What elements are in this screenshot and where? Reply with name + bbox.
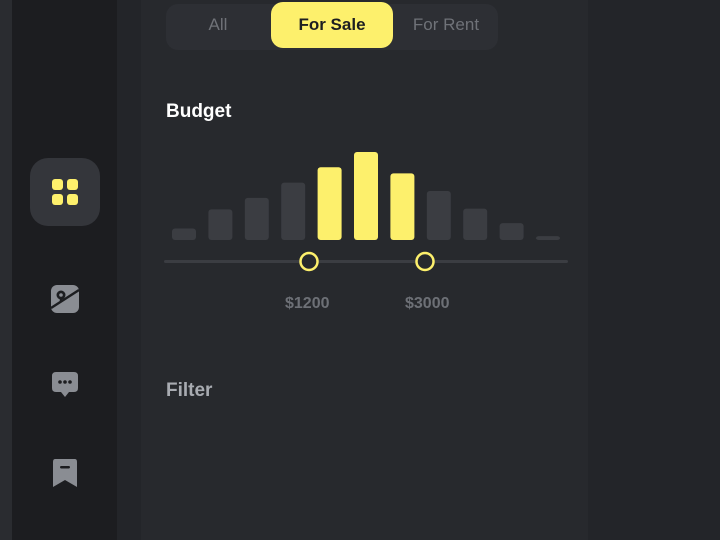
histogram-bar [426, 191, 451, 240]
sidebar-item-messages[interactable] [30, 368, 100, 402]
tab-all[interactable]: All [182, 2, 254, 48]
budget-histogram[interactable] [160, 140, 575, 330]
tab-for-sale[interactable]: For Sale [271, 2, 393, 48]
histogram-bar [354, 152, 378, 240]
budget-title: Budget [166, 101, 232, 122]
histogram-bar [317, 167, 342, 240]
histogram-bar [536, 236, 560, 240]
range-max-handle[interactable] [415, 251, 435, 272]
left-edge-strip [0, 0, 12, 540]
sidebar-item-saved[interactable] [30, 456, 100, 490]
histogram-bar [244, 197, 269, 240]
price-min-label: $1200 [285, 295, 330, 312]
bookmark-icon [53, 459, 77, 487]
right-panel [588, 0, 720, 540]
chat-icon [52, 372, 78, 397]
grid-icon [52, 179, 78, 205]
range-min-handle[interactable] [299, 251, 319, 272]
histogram-bar [390, 173, 415, 240]
histogram-bar [208, 209, 233, 240]
histogram-bar [281, 182, 306, 240]
histogram-bar [172, 228, 196, 240]
sidebar-item-map[interactable] [30, 282, 100, 316]
histogram-bar [499, 223, 524, 240]
gutter [117, 0, 141, 540]
price-max-label: $3000 [405, 295, 450, 312]
range-slider-track[interactable] [164, 260, 568, 263]
histogram-bar [463, 208, 488, 240]
filter-title: Filter [166, 380, 213, 401]
image-map-icon [50, 285, 80, 313]
tab-for-rent[interactable]: For Rent [400, 2, 492, 48]
sidebar-item-dashboard[interactable] [30, 158, 100, 226]
